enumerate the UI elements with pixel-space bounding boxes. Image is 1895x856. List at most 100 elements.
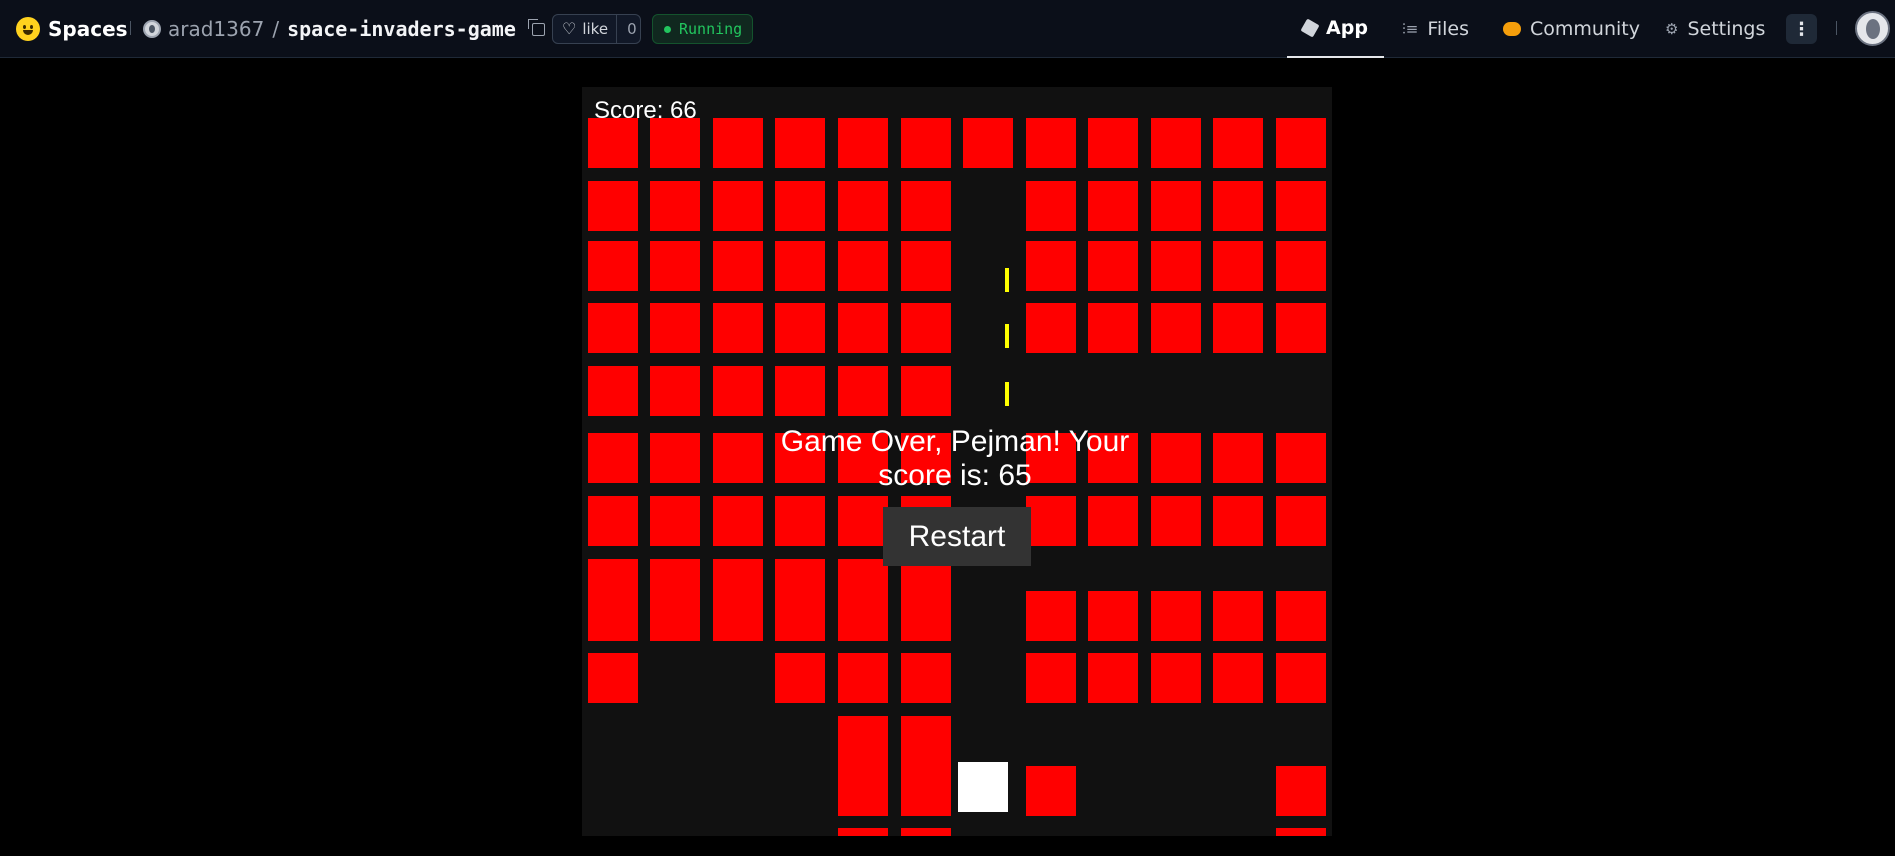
alien-block (1151, 591, 1201, 641)
owner-link[interactable]: arad1367 (168, 17, 264, 41)
alien-block (1026, 241, 1076, 291)
tab-community-label: Community (1530, 18, 1640, 40)
like-count[interactable]: 0 (617, 20, 637, 38)
alien-block (588, 303, 638, 353)
alien-block (901, 828, 951, 836)
alien-block (901, 241, 951, 291)
alien-block (1088, 118, 1138, 168)
bullet (1005, 324, 1009, 348)
tab-app[interactable]: App (1287, 0, 1384, 58)
bullet (1005, 382, 1009, 406)
heart-icon: ♡ (562, 19, 577, 38)
alien-block (1276, 303, 1326, 353)
alien-block (901, 303, 951, 353)
alien-block (1151, 241, 1201, 291)
alien-block (713, 118, 763, 168)
alien-block (901, 716, 951, 816)
alien-block (838, 181, 888, 231)
alien-block (1026, 118, 1076, 168)
alien-block (1213, 496, 1263, 546)
alien-block (1213, 181, 1263, 231)
divider (1836, 21, 1837, 35)
alien-block (650, 118, 700, 168)
alien-block (1026, 766, 1076, 816)
brand-label: Spaces (48, 17, 128, 41)
divider (130, 21, 131, 35)
alien-block (838, 828, 888, 836)
alien-block (588, 181, 638, 231)
game-canvas[interactable]: Score: 66 Game Over, Pejman! Your score … (582, 87, 1332, 836)
alien-block (1088, 653, 1138, 703)
alien-block (1151, 181, 1201, 231)
breadcrumb-separator: / (272, 17, 280, 41)
alien-block (901, 653, 951, 703)
restart-button[interactable]: Restart (883, 507, 1031, 566)
alien-block (650, 181, 700, 231)
alien-block (1213, 653, 1263, 703)
alien-block (713, 241, 763, 291)
alien-block (838, 303, 888, 353)
alien-block (775, 118, 825, 168)
alien-block (901, 366, 951, 416)
alien-block (775, 496, 825, 546)
alien-block (838, 716, 888, 816)
alien-block (1276, 766, 1326, 816)
more-options-button[interactable]: ⋮ (1786, 14, 1817, 44)
alien-block (1276, 241, 1326, 291)
alien-block (1151, 303, 1201, 353)
gear-icon: ⚙ (1665, 20, 1679, 38)
alien-block (588, 496, 638, 546)
like-button[interactable]: ♡ like 0 (552, 14, 641, 44)
bullet (1005, 268, 1009, 292)
alien-block (588, 241, 638, 291)
alien-block (1213, 118, 1263, 168)
repo-name-link[interactable]: space-invaders-game (287, 17, 516, 41)
alien-block (1088, 303, 1138, 353)
alien-block (588, 118, 638, 168)
alien-block (963, 118, 1013, 168)
alien-block (713, 496, 763, 546)
alien-block (775, 653, 825, 703)
copy-icon[interactable] (527, 18, 545, 36)
alien-block (1276, 181, 1326, 231)
alien-block (838, 559, 888, 641)
alien-block (1088, 591, 1138, 641)
alien-block (1213, 241, 1263, 291)
files-icon: ⫶≡ (1402, 20, 1419, 38)
top-navigation-bar: Spaces arad1367 / space-invaders-game ♡ … (0, 0, 1895, 58)
tab-community[interactable]: Community (1503, 0, 1640, 58)
alien-block (1276, 591, 1326, 641)
alien-block (650, 496, 700, 546)
alien-block (1151, 496, 1201, 546)
cube-icon (1300, 18, 1320, 38)
alien-block (1026, 653, 1076, 703)
alien-block (838, 496, 888, 546)
status-badge: Running (652, 14, 753, 44)
alien-block (1276, 653, 1326, 703)
alien-block (1026, 591, 1076, 641)
tab-files-label: Files (1427, 18, 1470, 40)
spaces-home-link[interactable]: Spaces (16, 14, 128, 44)
alien-block (1088, 181, 1138, 231)
alien-block (650, 241, 700, 291)
status-dot-icon (664, 25, 671, 33)
score-display: Score: 66 (594, 97, 697, 124)
alien-block (650, 559, 700, 641)
tab-app-label: App (1326, 17, 1368, 39)
alien-block (901, 181, 951, 231)
alien-block (650, 303, 700, 353)
alien-block (838, 653, 888, 703)
user-avatar[interactable] (1855, 11, 1890, 46)
alien-block (713, 366, 763, 416)
alien-block (1151, 118, 1201, 168)
alien-block (588, 653, 638, 703)
tab-settings[interactable]: ⚙ Settings (1665, 0, 1765, 58)
tab-settings-label: Settings (1687, 18, 1766, 40)
like-label: like (582, 20, 609, 38)
alien-block (713, 559, 763, 641)
alien-block (775, 303, 825, 353)
alien-block (1026, 496, 1076, 546)
alien-block (713, 303, 763, 353)
tab-files[interactable]: ⫶≡ Files (1402, 0, 1469, 58)
alien-block (650, 433, 700, 483)
